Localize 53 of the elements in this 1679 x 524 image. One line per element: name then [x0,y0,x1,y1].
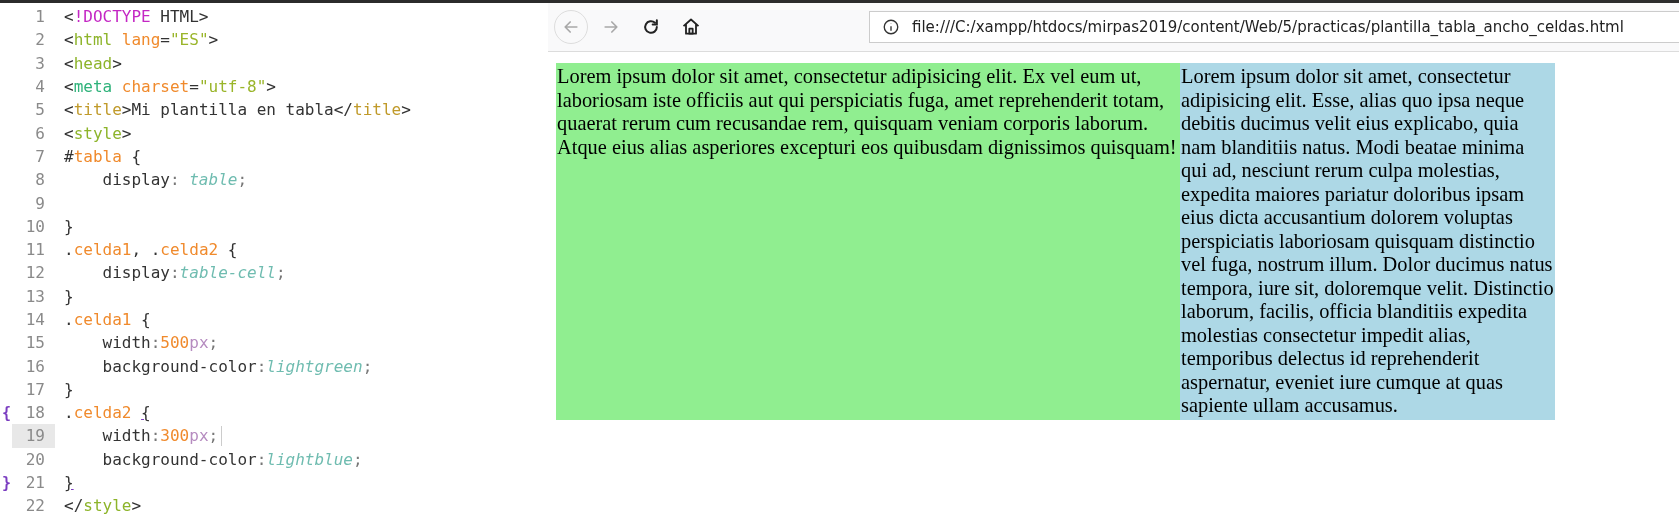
code-line: .celda1 { [64,310,151,329]
code-line: background-color:lightblue; [101,449,363,469]
home-icon [681,17,701,37]
line-number: 5 [34,99,46,122]
cell-text: Lorem ipsum dolor sit amet, consectetur adipisicing elit. Ex vel eum ut, laboriosam iste officiis aut qui perspiciatis fuga, amet reprehenderit totam, quaerat rerum cum recusandae rem, quisquam veniam corporis laborum. Atque eius alias asperiores excepturi eos quibusdam dignissimos quisquam! [557,65,1177,158]
code-line: #tabla { [64,146,142,166]
code-line: .celda2 { [64,403,151,423]
code-line: } [64,473,74,493]
line-number: 19 [12,424,55,448]
line-number: 22 [24,495,46,518]
line-number: 16 [24,355,46,378]
line-number: 14 [24,309,46,331]
line-number: 12 [24,262,46,285]
line-number: 11 [24,239,46,262]
fold-marker: } [2,473,12,492]
code-line: <html lang="ES"> [64,30,219,50]
code-line: } [64,216,74,236]
text-cursor [221,426,223,446]
fold-marker: { [2,403,12,422]
code-line: <!DOCTYPE HTML> [64,7,209,27]
reload-icon [641,17,661,37]
line-number: 10 [24,215,46,238]
code-line: </style> [64,496,142,516]
line-number: 13 [24,285,46,308]
line-number: 15 [24,332,46,355]
code-line: display: table; [101,170,248,190]
line-number: 17 [24,378,46,401]
line-number: 20 [24,448,46,471]
line-number: 18 [24,402,46,425]
line-number: 3 [34,52,46,75]
code-line: <title>Mi plantilla en tabla</title> [64,100,411,120]
code-line: display:table-cell; [101,263,286,283]
code-line: background-color:lightgreen; [101,356,373,376]
line-number: 1 [34,6,46,29]
url-text: file:///C:/xampp/htdocs/mirpas2019/content/Web/5/practicas/plantilla_tabla_ancho_celdas.html [912,18,1624,36]
code-line: <meta charset="utf-8"> [64,77,276,97]
line-number: 4 [34,76,46,99]
code-line: width:300px; [101,426,219,446]
code-line: <head> [64,53,122,73]
line-number: 9 [34,192,46,215]
line-number: 6 [34,122,46,145]
line-number: 21 [24,472,46,495]
address-bar[interactable]: file:///C:/xampp/htdocs/mirpas2019/content/Web/5/practicas/plantilla_tabla_ancho_celdas.html [869,11,1679,43]
line-number: 7 [34,145,46,168]
cell-text: Lorem ipsum dolor sit amet, consectetur adipisicing elit. Esse, alias quo ipsa neque debitis ducimus velit eius explicabo, quia nam blanditiis natus. Modi beatae minima qui ad, nesciunt rerum culpa molestias, expedita maiores pariatur doloribus ipsam eius dicta accusantium dolorem voluptas perspiciatis laboriosam quisquam distinctio vel fuga, nostrum illum. Dolor ducimus natus tempora, iure sit, doloremque velit. Distinctio laborum, facilis, officia blanditiis expedita molestias consectetur impedit alias, temporibus delectus id reprehenderit aspernatur, eveniet iure cumque at quas sapiente ullam accusamus. [1181,65,1554,416]
code-line: width:500px; [101,333,219,353]
code-line: } [64,379,74,399]
info-icon [882,18,900,36]
line-number: 8 [34,169,46,192]
code-line: .celda1, .celda2 { [64,240,238,260]
line-number: 2 [34,29,46,52]
code-line: <style> [64,123,132,143]
code-line: } [64,286,74,306]
